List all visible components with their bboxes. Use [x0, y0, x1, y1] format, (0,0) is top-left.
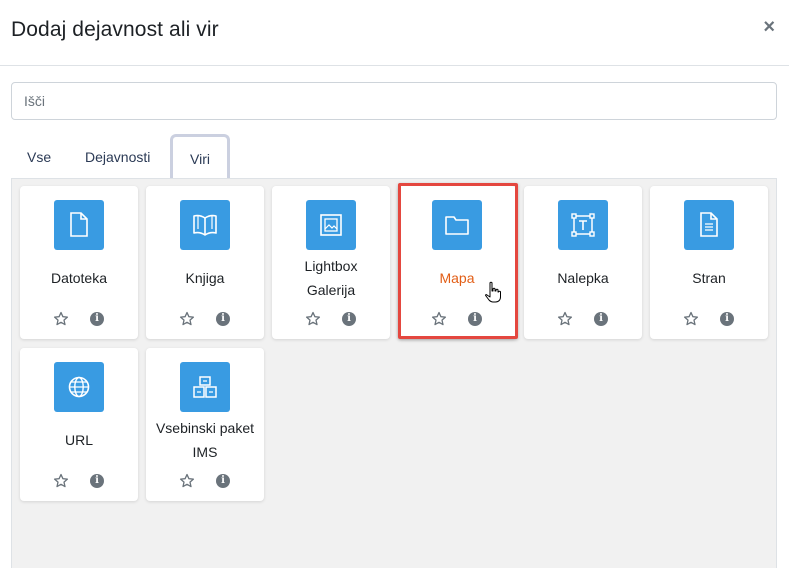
- info-icon[interactable]: i: [720, 312, 734, 326]
- item-card-nalepka[interactable]: Nalepka i: [524, 186, 642, 339]
- item-name: Datoteka: [50, 270, 108, 286]
- book-icon: [180, 200, 230, 250]
- dialog-title: Dodaj dejavnost ali vir: [11, 18, 219, 41]
- star-icon[interactable]: [53, 473, 69, 489]
- item-name: Vsebinski paket IMS: [155, 420, 255, 460]
- item-card-mapa[interactable]: Mapa i: [398, 186, 516, 339]
- dialog-header: Dodaj dejavnost ali vir ×: [0, 0, 789, 66]
- info-icon[interactable]: i: [468, 312, 482, 326]
- star-icon[interactable]: [179, 311, 195, 327]
- item-card-stran[interactable]: Stran i: [650, 186, 768, 339]
- hand-cursor-icon: [485, 281, 501, 303]
- star-icon[interactable]: [557, 311, 573, 327]
- file-icon: [54, 200, 104, 250]
- star-icon[interactable]: [179, 473, 195, 489]
- folder-icon: [432, 200, 482, 250]
- item-name: Stran: [692, 270, 726, 286]
- close-icon[interactable]: ×: [763, 17, 775, 37]
- text-label-icon: [558, 200, 608, 250]
- star-icon[interactable]: [305, 311, 321, 327]
- item-card-lightbox-galerija[interactable]: Lightbox Galerija i: [272, 186, 390, 339]
- tab-vse[interactable]: Vse: [27, 134, 51, 180]
- item-name: Knjiga: [185, 270, 225, 286]
- info-icon[interactable]: i: [594, 312, 608, 326]
- item-name: URL: [64, 432, 93, 448]
- tab-viri[interactable]: Viri: [170, 134, 230, 182]
- package-icon: [180, 362, 230, 412]
- info-icon[interactable]: i: [216, 312, 230, 326]
- star-icon[interactable]: [431, 311, 447, 327]
- item-name: Lightbox Galerija: [304, 258, 358, 298]
- page-icon: [684, 200, 734, 250]
- info-icon[interactable]: i: [342, 312, 356, 326]
- search-input[interactable]: [11, 82, 777, 120]
- image-gallery-icon: [306, 200, 356, 250]
- info-icon[interactable]: i: [90, 312, 104, 326]
- tab-dejavnosti[interactable]: Dejavnosti: [85, 134, 150, 180]
- item-card-url[interactable]: URL i: [20, 348, 138, 501]
- star-icon[interactable]: [683, 311, 699, 327]
- tab-bar: Vse Dejavnosti Viri: [11, 134, 777, 182]
- item-card-vsebinski-paket-ims[interactable]: Vsebinski paket IMS i: [146, 348, 264, 501]
- star-icon[interactable]: [53, 311, 69, 327]
- info-icon[interactable]: i: [90, 474, 104, 488]
- info-icon[interactable]: i: [216, 474, 230, 488]
- item-name: Nalepka: [557, 270, 609, 286]
- item-card-knjiga[interactable]: Knjiga i: [146, 186, 264, 339]
- item-card-datoteka[interactable]: Datoteka i: [20, 186, 138, 339]
- globe-icon: [54, 362, 104, 412]
